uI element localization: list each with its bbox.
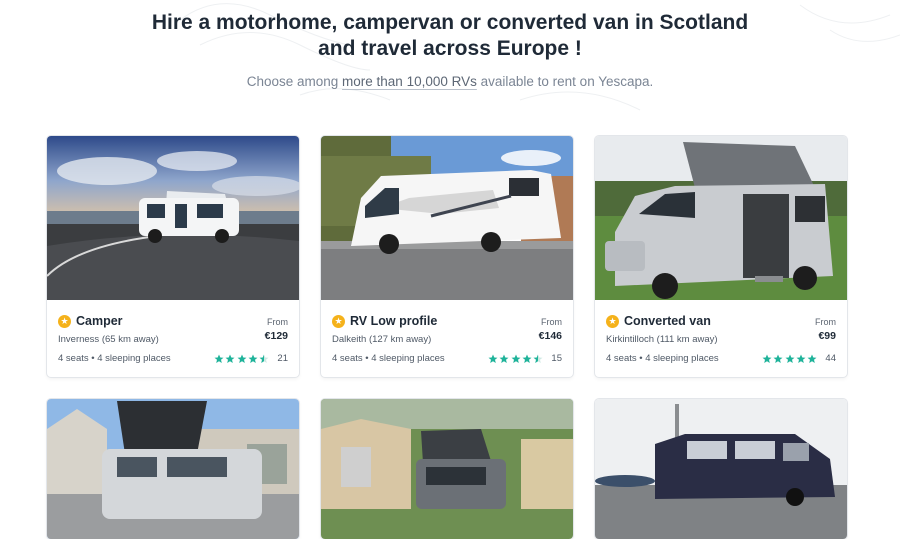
rating-star-icon [237,354,247,363]
rating-star-icon [533,354,543,363]
rating-star-icon [785,354,795,363]
price-from-label: From [815,317,836,327]
price-from-label: From [267,317,288,327]
rating-star-icon [511,354,521,363]
listing-card[interactable]: ★ RV Low profile Dalkeith (127 km away) … [321,136,573,377]
rating-star-icon [796,354,806,363]
listing-rating: 44 [762,353,836,364]
rating-star-icon [499,354,509,363]
listing-price: €99 [818,330,836,342]
star-badge-icon: ★ [606,314,619,328]
listing-info: ★ Camper Inverness (65 km away) 4 seats … [47,300,299,377]
listing-photo[interactable] [595,399,847,539]
listing-photo[interactable] [321,399,573,539]
price-from-label: From [541,317,562,327]
rating-stars [762,354,818,364]
subtitle-text-post: available to rent on Yescapa. [476,74,654,89]
review-count: 21 [277,353,288,364]
listing-price: €129 [264,330,288,342]
review-count: 44 [825,353,836,364]
listing-card[interactable] [321,399,573,539]
listing-photo[interactable] [321,136,573,300]
listing-type: Converted van [624,314,711,328]
listing-card[interactable] [47,399,299,539]
rv-count-link[interactable]: more than 10,000 RVs [342,74,477,89]
listing-rating: 21 [214,353,288,364]
subtitle-text-pre: Choose among [246,74,343,89]
listing-info: ★ RV Low profile Dalkeith (127 km away) … [321,300,573,377]
listing-capacity: 4 seats • 4 sleeping places [332,353,445,364]
listing-card[interactable]: ★ Camper Inverness (65 km away) 4 seats … [47,136,299,377]
listing-rating: 15 [488,353,562,364]
rating-star-icon [259,354,269,363]
listing-capacity: 4 seats • 4 sleeping places [58,353,171,364]
rating-star-icon [214,354,224,363]
listing-location: Inverness (65 km away) [58,334,159,345]
listing-card[interactable] [595,399,847,539]
title-line-1: Hire a motorhome, campervan or converted… [151,11,749,34]
listing-price: €146 [538,330,562,342]
title-line-2: and travel across Europe ! [318,37,582,60]
rating-star-icon [773,354,783,363]
rating-stars [488,354,544,364]
listing-card[interactable]: ★ Converted van Kirkintilloch (111 km aw… [595,136,847,377]
rating-star-icon [225,354,235,363]
listing-info: ★ Converted van Kirkintilloch (111 km aw… [595,300,847,377]
listing-photo[interactable] [47,136,299,300]
listing-photo[interactable] [47,399,299,539]
listing-location: Kirkintilloch (111 km away) [606,334,718,345]
star-badge-icon: ★ [332,314,345,328]
review-count: 15 [551,353,562,364]
rating-stars [214,354,270,364]
listing-capacity: 4 seats • 4 sleeping places [606,353,719,364]
star-badge-icon: ★ [58,314,71,328]
rating-star-icon [807,354,817,363]
page-subtitle: Choose among more than 10,000 RVs availa… [0,74,900,89]
listing-photo[interactable] [595,136,847,300]
rating-star-icon [488,354,498,363]
rating-star-icon [762,354,772,363]
page-title: Hire a motorhome, campervan or converted… [0,10,900,62]
listing-location: Dalkeith (127 km away) [332,334,432,345]
rating-star-icon [248,354,258,363]
rating-star-icon [522,354,532,363]
listing-type: Camper [76,314,123,328]
listing-type: RV Low profile [350,314,438,328]
